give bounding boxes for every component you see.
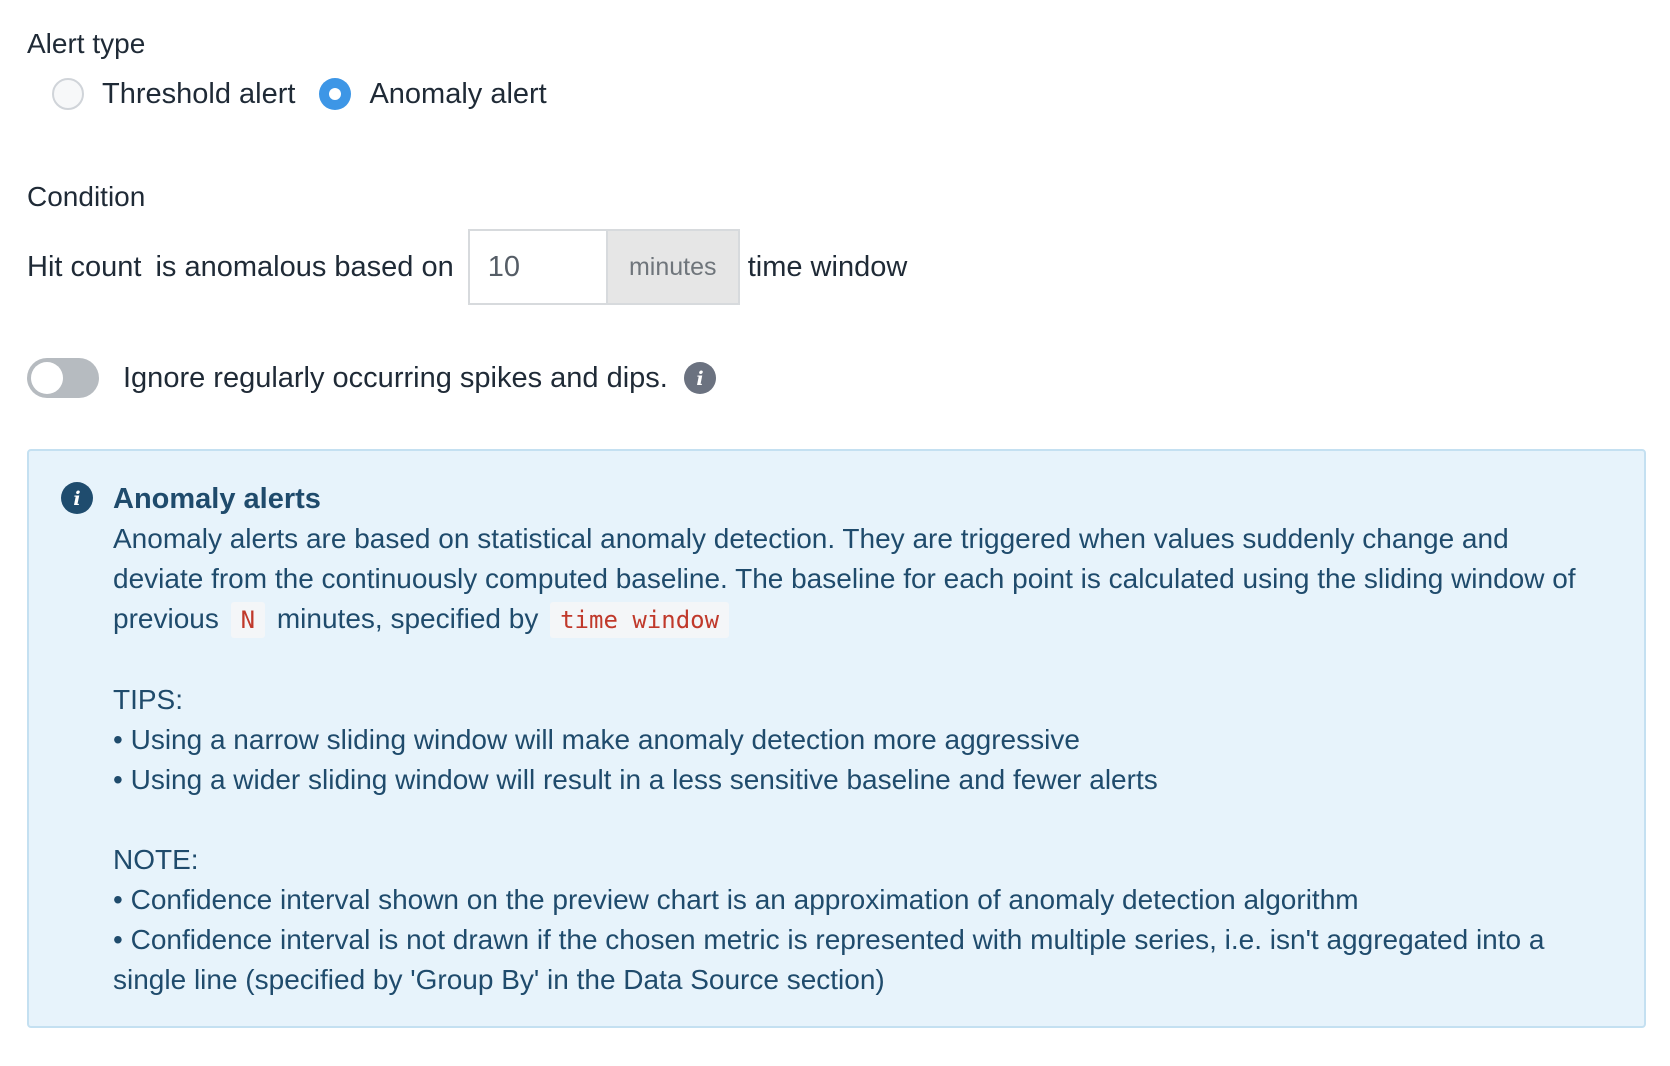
info-content: Anomaly alerts Anomaly alerts are based … <box>113 479 1604 1000</box>
info-description: Anomaly alerts are based on statistical … <box>113 519 1604 640</box>
code-time-window: time window <box>550 602 730 638</box>
time-unit-addon: minutes <box>605 231 738 303</box>
tip-item: Using a wider sliding window will result… <box>113 760 1604 800</box>
info-icon[interactable]: i <box>683 362 716 394</box>
info-description-text-2: minutes, specified by <box>276 603 539 634</box>
time-window-input[interactable] <box>469 231 606 303</box>
anomaly-info-box: i Anomaly alerts Anomaly alerts are base… <box>27 449 1646 1028</box>
radio-anomaly-alert[interactable]: Anomaly alert <box>319 78 547 111</box>
note-item: Confidence interval is not drawn if the … <box>113 920 1604 1000</box>
code-n: N <box>230 602 266 638</box>
toggle-knob <box>31 362 63 394</box>
tips-label: TIPS: <box>113 684 184 715</box>
info-icon: i <box>61 482 93 514</box>
ignore-spikes-toggle[interactable] <box>27 358 99 398</box>
condition-label: Condition <box>27 181 146 212</box>
ignore-spikes-label: Ignore regularly occurring spikes and di… <box>123 361 668 394</box>
condition-text: is anomalous based on <box>155 250 454 283</box>
info-title: Anomaly alerts <box>113 483 321 515</box>
alert-type-radio-group: Threshold alert Anomaly alert <box>52 72 571 116</box>
svg-text:i: i <box>73 488 80 509</box>
time-window-input-group: minutes <box>467 229 740 305</box>
svg-text:i: i <box>696 368 703 389</box>
alert-type-label: Alert type <box>27 28 146 59</box>
radio-threshold-alert[interactable]: Threshold alert <box>52 78 295 111</box>
tip-item: Using a narrow sliding window will make … <box>113 720 1604 760</box>
radio-threshold-label[interactable]: Threshold alert <box>102 78 295 111</box>
note-label: NOTE: <box>113 844 199 875</box>
radio-unchecked-icon[interactable] <box>52 78 84 110</box>
time-window-text: time window <box>747 250 908 283</box>
metric-name: Hit count <box>27 250 142 283</box>
ignore-spikes-row: Ignore regularly occurring spikes and di… <box>27 356 716 400</box>
alert-settings-page: Alert type Threshold alert Anomaly alert… <box>0 0 1670 1066</box>
note-item: Confidence interval shown on the preview… <box>113 880 1604 920</box>
condition-row: Hit count is anomalous based on minutes … <box>27 229 907 305</box>
radio-checked-icon[interactable] <box>319 78 352 110</box>
radio-anomaly-label[interactable]: Anomaly alert <box>369 78 546 111</box>
